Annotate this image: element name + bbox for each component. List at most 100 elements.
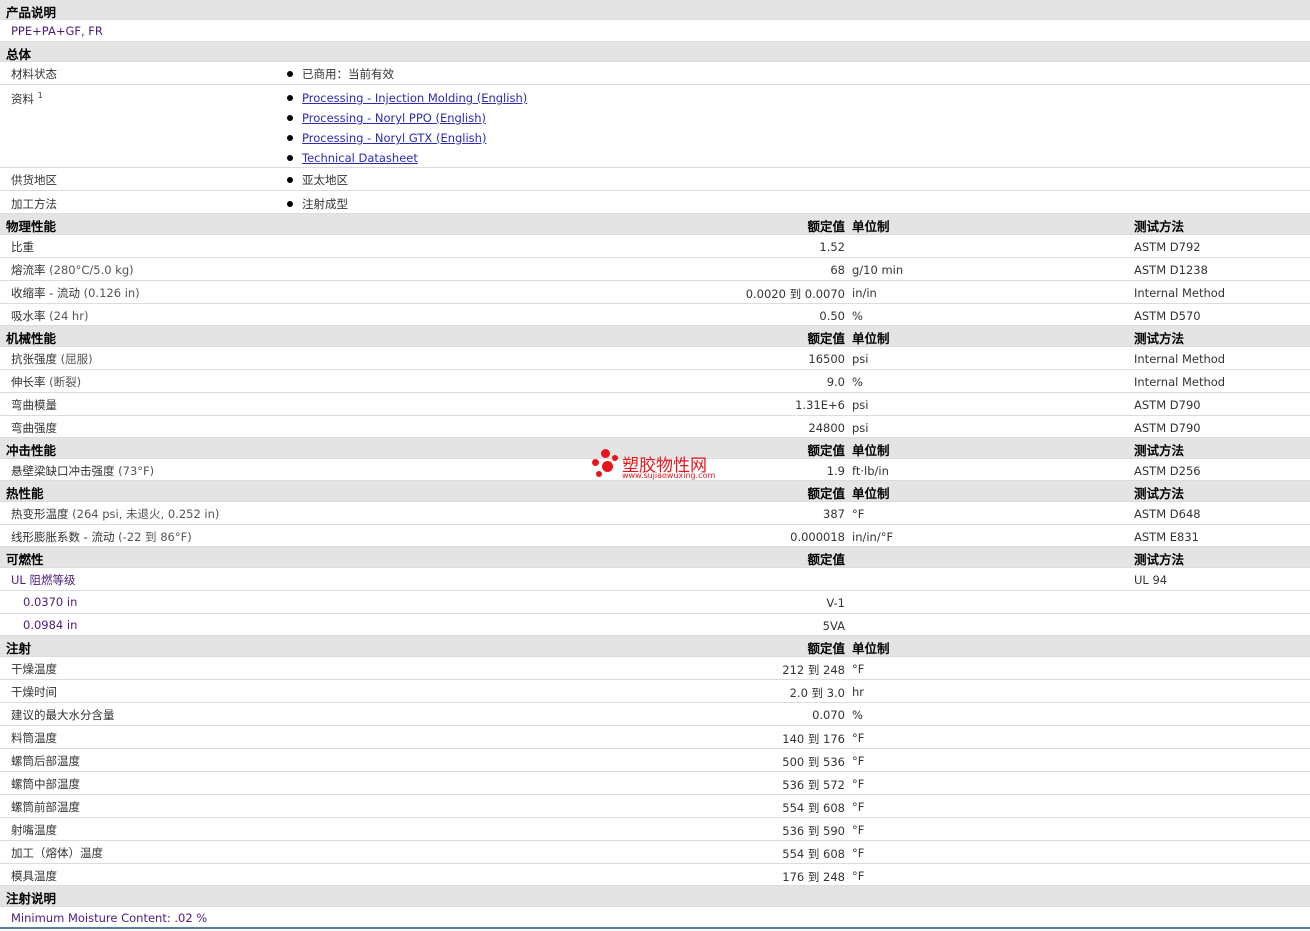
method-label: 加工方法: [11, 197, 57, 211]
col-value-header: 额定值: [807, 486, 845, 501]
property-unit: °F: [852, 869, 865, 883]
section-header-thermal: 热性能 额定值 单位制 测试方法: [0, 481, 1310, 502]
property-row: 伸长率 (断裂) 9.0% Internal Method: [0, 370, 1310, 393]
property-label: 热变形温度 (264 psi, 未退火, 0.252 in): [11, 507, 220, 521]
bullet-icon: [287, 71, 293, 77]
property-method: ASTM D648: [1134, 507, 1201, 521]
general-docs-row: 资料 1 Processing - Injection Molding (Eng…: [0, 85, 1310, 168]
property-value: 176 到 248: [782, 870, 845, 884]
property-value: 212 到 248: [782, 663, 845, 677]
region-label: 供货地区: [11, 173, 57, 187]
col-method-header: 测试方法: [1134, 443, 1185, 458]
property-row: 吸水率 (24 hr) 0.50% ASTM D570: [0, 304, 1310, 326]
property-value: 0.070: [812, 708, 845, 722]
col-method-header: 测试方法: [1134, 219, 1185, 234]
injection-note-text: Minimum Moisture Content: .02 %: [11, 911, 208, 925]
property-row: 收缩率 - 流动 (0.126 in) 0.0020 到 0.0070 in/in I…: [0, 281, 1310, 304]
doc-link-injection-molding[interactable]: Processing - Injection Molding (English): [302, 91, 527, 105]
property-value: 0.0020 到 0.0070: [745, 287, 845, 301]
bullet-icon: [287, 115, 293, 121]
property-value: 16500: [808, 352, 845, 366]
general-status-row: 材料状态 已商用：当前有效: [0, 62, 1310, 85]
property-value: 1.52: [819, 240, 845, 254]
doc-item: Technical Datasheet: [287, 151, 418, 165]
property-value: 5VA: [822, 619, 845, 633]
property-row: 0.0984 in 5VA: [0, 614, 1310, 636]
property-unit: g/10 min: [852, 263, 904, 277]
property-row: 料筒温度 140 到 176 °F: [0, 726, 1310, 749]
property-label: 悬壁梁缺口冲击强度 (73°F): [11, 464, 155, 478]
doc-item: Processing - Noryl PPO (English): [287, 111, 486, 125]
property-unit: psi: [852, 352, 869, 366]
property-unit: °F: [852, 507, 865, 521]
property-value: 536 到 572: [782, 778, 845, 792]
section-header-injection-notes: 注射说明: [0, 886, 1310, 907]
property-value: 1.9: [826, 464, 845, 478]
property-unit: °F: [852, 800, 865, 814]
section-title: 可燃性: [6, 552, 44, 567]
docs-label: 资料 1: [11, 91, 43, 106]
property-label: 射嘴温度: [11, 823, 57, 837]
bullet-icon: [287, 135, 293, 141]
property-method: ASTM D570: [1134, 309, 1201, 323]
injection-notes-row: Minimum Moisture Content: .02 %: [0, 907, 1310, 929]
watermark-site: www.sujiaowuxing.com: [622, 471, 716, 480]
property-unit: ft·lb/in: [852, 464, 889, 478]
property-method: UL 94: [1134, 573, 1168, 587]
property-unit: in/in: [852, 286, 877, 300]
property-label: 加工（熔体）温度: [11, 846, 103, 860]
property-label: 螺筒中部温度: [11, 777, 80, 791]
property-value: 24800: [808, 421, 845, 435]
section-title: 总体: [6, 47, 32, 62]
section-header-general: 总体: [0, 42, 1310, 62]
property-row: 抗张强度 (屈服) 16500 psi Internal Method: [0, 347, 1310, 370]
property-row: 弯曲强度 24800 psi ASTM D790: [0, 416, 1310, 438]
section-header-product: 产品说明: [0, 0, 1310, 20]
section-title: 注射: [6, 641, 32, 656]
product-desc: PPE+PA+GF, FR: [11, 24, 103, 38]
col-method-header: 测试方法: [1134, 331, 1185, 346]
property-label: 弯曲模量: [11, 398, 57, 412]
property-method: ASTM D790: [1134, 398, 1201, 412]
property-value: 1.31E+6: [795, 398, 845, 412]
property-row: 线形膨胀系数 - 流动 (-22 到 86°F) 0.000018 in/in/°F…: [0, 525, 1310, 547]
property-method: ASTM D790: [1134, 421, 1201, 435]
col-unit-header: 单位制: [852, 641, 890, 656]
section-title: 机械性能: [6, 331, 57, 346]
section-title: 注射说明: [6, 891, 57, 906]
property-label: 抗张强度 (屈服): [11, 352, 93, 366]
property-label: UL 阻燃等级: [11, 573, 76, 587]
property-unit: °F: [852, 823, 865, 837]
property-value: 554 到 608: [782, 801, 845, 815]
doc-item: Processing - Noryl GTX (English): [287, 131, 486, 145]
property-value: 9.0: [826, 375, 845, 389]
col-value-header: 额定值: [807, 331, 845, 346]
property-value: 68: [830, 263, 845, 277]
property-unit: %: [852, 708, 863, 722]
property-value: 536 到 590: [782, 824, 845, 838]
property-value: 500 到 536: [782, 755, 845, 769]
property-method: ASTM D256: [1134, 464, 1201, 478]
property-row: 弯曲模量 1.31E+6 psi ASTM D790: [0, 393, 1310, 416]
method-value: 注射成型: [287, 196, 348, 212]
col-value-header: 额定值: [807, 219, 845, 234]
property-row: 干燥时间 2.0 到 3.0 hr: [0, 680, 1310, 703]
property-unit: °F: [852, 662, 865, 676]
section-title: 物理性能: [6, 219, 57, 234]
property-row: 螺筒前部温度 554 到 608 °F: [0, 795, 1310, 818]
property-unit: psi: [852, 398, 869, 412]
doc-link-technical-datasheet[interactable]: Technical Datasheet: [302, 151, 418, 165]
general-method-row: 加工方法 注射成型: [0, 191, 1310, 214]
doc-link-noryl-ppo[interactable]: Processing - Noryl PPO (English): [302, 111, 486, 125]
property-unit: %: [852, 375, 863, 389]
col-value-header: 额定值: [807, 552, 845, 567]
property-label: 干燥时间: [11, 685, 57, 699]
property-label: 0.0984 in: [23, 618, 78, 632]
col-unit-header: 单位制: [852, 486, 890, 501]
col-method-header: 测试方法: [1134, 552, 1185, 567]
status-label: 材料状态: [11, 67, 57, 81]
doc-link-noryl-gtx[interactable]: Processing - Noryl GTX (English): [302, 131, 486, 145]
property-row: 0.0370 in V-1: [0, 591, 1310, 614]
property-row: UL 阻燃等级 UL 94: [0, 568, 1310, 591]
property-row: 干燥温度 212 到 248 °F: [0, 657, 1310, 680]
